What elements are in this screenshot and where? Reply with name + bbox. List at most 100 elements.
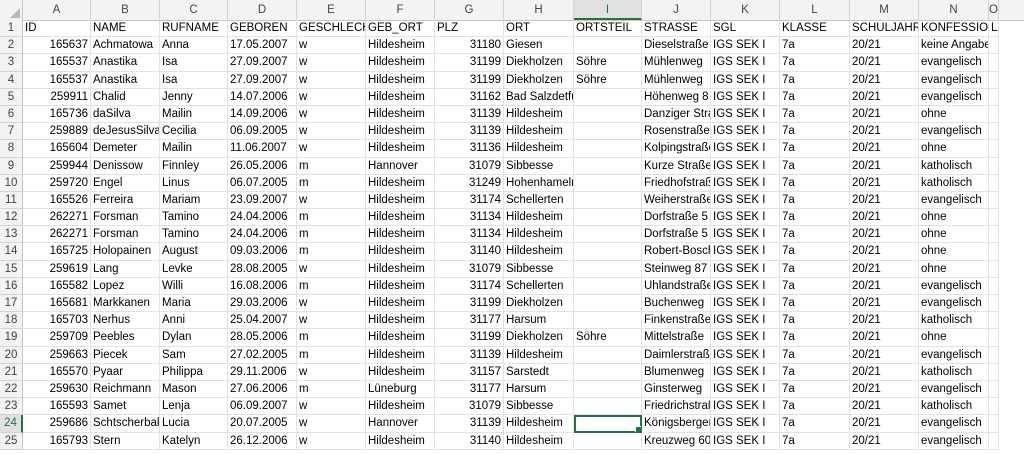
cell[interactable]: 24.04.2006: [228, 226, 297, 244]
cell[interactable]: Sarstedt: [504, 363, 574, 381]
cell[interactable]: Stern: [91, 432, 160, 450]
cell[interactable]: [989, 260, 999, 278]
row-number[interactable]: 7: [0, 123, 23, 141]
cell[interactable]: Bad Salzdetfurth: [504, 88, 574, 106]
cell[interactable]: 20/21: [850, 295, 919, 313]
cell[interactable]: Katelyn: [160, 432, 228, 450]
cell[interactable]: 31139: [435, 123, 504, 141]
cell[interactable]: [574, 432, 642, 450]
cell[interactable]: 31139: [435, 415, 504, 433]
cell[interactable]: IGS SEK I: [711, 37, 780, 55]
cell[interactable]: 20/21: [850, 398, 919, 416]
cell[interactable]: [989, 380, 999, 399]
cell[interactable]: 20/21: [850, 380, 919, 399]
cell[interactable]: Philippa: [160, 363, 228, 381]
cell[interactable]: m: [297, 243, 366, 261]
cell[interactable]: 165526: [23, 191, 91, 210]
cell[interactable]: Maria: [160, 295, 228, 313]
cell[interactable]: Söhre: [574, 54, 642, 72]
cell[interactable]: Hildesheim: [504, 415, 574, 433]
cell[interactable]: w: [297, 88, 366, 106]
cell[interactable]: w: [297, 312, 366, 330]
cell[interactable]: 20/21: [850, 54, 919, 72]
cell[interactable]: 20/21: [850, 346, 919, 364]
cell[interactable]: 31174: [435, 277, 504, 295]
cell[interactable]: w: [297, 398, 366, 416]
cell[interactable]: Hildesheim: [504, 123, 574, 141]
cell[interactable]: Hildesheim: [366, 123, 435, 141]
cell[interactable]: IGS SEK I: [711, 398, 780, 416]
cell[interactable]: 259686: [23, 415, 91, 433]
cell[interactable]: 14.09.2006: [228, 105, 297, 124]
cell[interactable]: Blumenweg: [642, 363, 711, 381]
cell[interactable]: IGS SEK I: [711, 105, 780, 124]
cell[interactable]: Mühlenweg: [642, 71, 711, 89]
cell[interactable]: 24.04.2006: [228, 209, 297, 227]
cell[interactable]: Schtscherbak: [91, 415, 160, 433]
column-header-n[interactable]: N: [919, 0, 989, 20]
cell[interactable]: 165725: [23, 243, 91, 261]
cell[interactable]: 7a: [780, 432, 850, 450]
cell[interactable]: 7a: [780, 346, 850, 364]
cell[interactable]: Diekholzen: [504, 54, 574, 72]
cell[interactable]: m: [297, 346, 366, 364]
cell[interactable]: Harsum: [504, 380, 574, 399]
cell[interactable]: 20/21: [850, 209, 919, 227]
cell[interactable]: 20/21: [850, 415, 919, 433]
cell[interactable]: Tamino: [160, 209, 228, 227]
cell[interactable]: 27.09.2007: [228, 54, 297, 72]
cell[interactable]: Jenny: [160, 88, 228, 106]
cell[interactable]: evangelisch: [919, 277, 989, 295]
cell[interactable]: [574, 88, 642, 106]
cell[interactable]: Lang: [91, 260, 160, 278]
cell[interactable]: w: [297, 123, 366, 141]
cell[interactable]: Reichmann: [91, 380, 160, 399]
column-header-f[interactable]: F: [366, 0, 435, 20]
cell[interactable]: Hildesheim: [366, 37, 435, 55]
cell[interactable]: keine Angabe: [919, 37, 989, 55]
cell[interactable]: Danziger Straße: [642, 105, 711, 124]
cell[interactable]: ohne: [919, 329, 989, 347]
row-number[interactable]: 3: [0, 54, 23, 72]
row-number[interactable]: 17: [0, 295, 23, 313]
cell[interactable]: Linus: [160, 174, 228, 192]
cell[interactable]: 16.08.2006: [228, 277, 297, 295]
cell[interactable]: Peebles: [91, 329, 160, 347]
row-number[interactable]: 4: [0, 71, 23, 89]
row-number[interactable]: 2: [0, 37, 23, 55]
row-number[interactable]: 18: [0, 312, 23, 330]
cell[interactable]: m: [297, 157, 366, 175]
cell[interactable]: 31177: [435, 380, 504, 399]
cell[interactable]: Sam: [160, 346, 228, 364]
cell[interactable]: SCHULJAHR: [850, 20, 919, 38]
cell[interactable]: 7a: [780, 191, 850, 210]
row-number[interactable]: 21: [0, 363, 23, 381]
cell[interactable]: Hildesheim: [504, 140, 574, 158]
cell[interactable]: GEBOREN: [228, 20, 297, 38]
row-number[interactable]: 6: [0, 105, 23, 124]
cell[interactable]: Hohenhameln: [504, 174, 574, 192]
cell[interactable]: IGS SEK I: [711, 88, 780, 106]
column-header-b[interactable]: B: [91, 0, 160, 20]
cell[interactable]: m: [297, 277, 366, 295]
cell[interactable]: [989, 415, 999, 433]
cell[interactable]: Giesen: [504, 37, 574, 55]
cell[interactable]: IGS SEK I: [711, 380, 780, 399]
cell[interactable]: 31199: [435, 54, 504, 72]
cell[interactable]: Hildesheim: [504, 432, 574, 450]
column-header-h[interactable]: H: [504, 0, 574, 20]
cell[interactable]: IGS SEK I: [711, 277, 780, 295]
cell[interactable]: katholisch: [919, 363, 989, 381]
cell[interactable]: Königsberger: [642, 415, 711, 433]
cell[interactable]: 7a: [780, 54, 850, 72]
cell[interactable]: Sibbesse: [504, 260, 574, 278]
cell[interactable]: w: [297, 105, 366, 124]
row-number[interactable]: 24: [0, 415, 23, 433]
cell[interactable]: 27.09.2007: [228, 71, 297, 89]
cell[interactable]: Hildesheim: [366, 54, 435, 72]
cell[interactable]: Hildesheim: [366, 243, 435, 261]
cell[interactable]: evangelisch: [919, 295, 989, 313]
cell[interactable]: Cecilia: [160, 123, 228, 141]
cell[interactable]: 20/21: [850, 312, 919, 330]
cell[interactable]: Lüneburg: [366, 380, 435, 399]
